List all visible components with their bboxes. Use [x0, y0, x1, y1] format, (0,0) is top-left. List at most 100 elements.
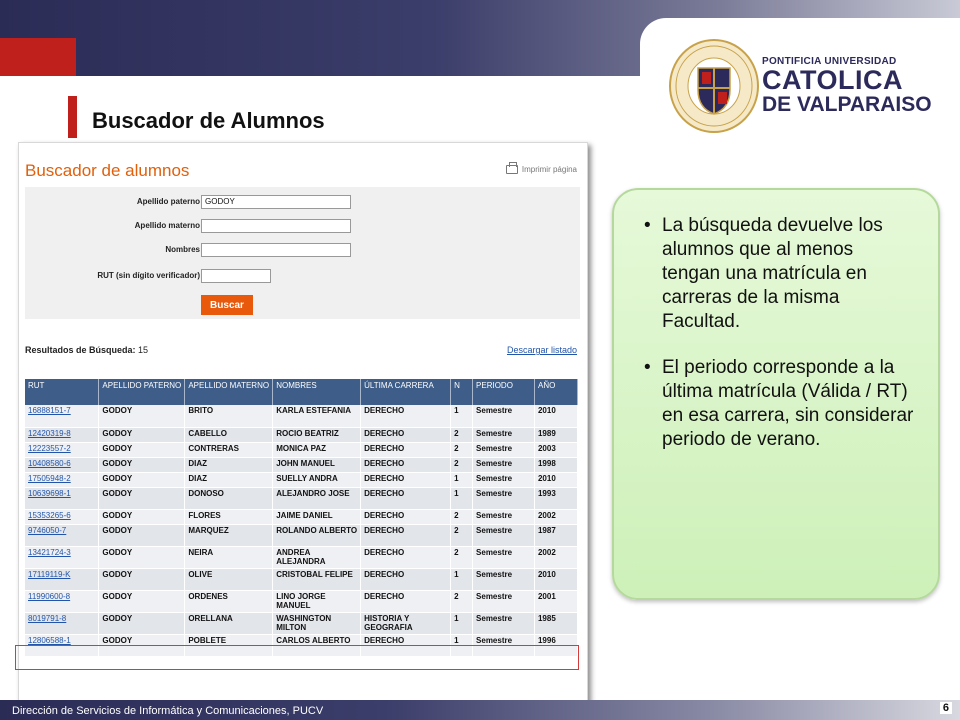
highlight-box [15, 645, 579, 670]
cell-apellido-paterno: GODOY [98, 590, 186, 613]
rut-link[interactable]: 15353265-6 [25, 509, 100, 525]
column-header-nombres[interactable]: NOMBRES [272, 379, 362, 405]
apellido-materno-input[interactable] [201, 219, 351, 233]
cell-carrera: DERECHO [360, 427, 452, 443]
cell-ano: 2010 [534, 405, 579, 428]
search-button[interactable]: Buscar [201, 295, 253, 315]
cell-nombres: ALEJANDRO JOSE [272, 487, 362, 510]
apellido-paterno-input[interactable]: GODOY [201, 195, 351, 209]
cell-periodo: Semestre [472, 509, 535, 525]
rut-link[interactable]: 9746050-7 [25, 524, 100, 547]
rut-link[interactable]: 10408580-6 [25, 457, 100, 473]
cell-apellido-paterno: GODOY [98, 472, 186, 488]
cell-apellido-materno: CABELLO [184, 427, 274, 443]
search-app-screenshot: Buscador de alumnos Imprimir página Apel… [18, 142, 588, 702]
cell-periodo: Semestre [472, 487, 535, 510]
column-header-ultima-carrera[interactable]: ÚLTIMA CARRERA [360, 379, 452, 405]
cell-carrera: DERECHO [360, 472, 452, 488]
rut-link[interactable]: 11990600-8 [25, 590, 100, 613]
cell-apellido-materno: OLIVE [184, 568, 274, 591]
cell-carrera: DERECHO [360, 442, 452, 458]
results-label: Resultados de Búsqueda: [25, 345, 136, 355]
cell-nombres: ROLANDO ALBERTO [272, 524, 362, 547]
search-form: Apellido paterno GODOY Apellido materno … [25, 187, 580, 319]
cell-periodo: Semestre [472, 405, 535, 428]
cell-carrera: DERECHO [360, 509, 452, 525]
cell-ano: 2001 [534, 590, 579, 613]
column-header-apellido-paterno[interactable]: APELLIDO PATERNO [98, 379, 186, 405]
cell-nombres: ROCIO BEATRIZ [272, 427, 362, 443]
cell-apellido-materno: BRITO [184, 405, 274, 428]
results-table: RUT APELLIDO PATERNO APELLIDO MATERNO NO… [25, 379, 579, 657]
cell-apellido-materno: ORELLANA [184, 612, 274, 635]
cell-apellido-paterno: GODOY [98, 612, 186, 635]
rut-link[interactable]: 10639698-1 [25, 487, 100, 510]
cell-apellido-paterno: GODOY [98, 546, 186, 569]
column-header-periodo[interactable]: PERIODO [472, 379, 535, 405]
nombres-input[interactable] [201, 243, 351, 257]
cell-apellido-materno: FLORES [184, 509, 274, 525]
cell-ano: 2002 [534, 509, 579, 525]
rut-link[interactable]: 13421724-3 [25, 546, 100, 569]
cell-n: 2 [450, 457, 474, 473]
cell-ano: 1985 [534, 612, 579, 635]
cell-apellido-materno: DIAZ [184, 457, 274, 473]
rut-link[interactable]: 12420319-8 [25, 427, 100, 443]
print-page-link[interactable]: Imprimir página [505, 162, 577, 174]
logo-line-3: DE VALPARAISO [762, 93, 932, 116]
cell-apellido-materno: DIAZ [184, 472, 274, 488]
rut-link[interactable]: 17505948-2 [25, 472, 100, 488]
cell-ano: 1987 [534, 524, 579, 547]
cell-apellido-materno: CONTRERAS [184, 442, 274, 458]
cell-n: 2 [450, 590, 474, 613]
search-page-title: Buscador de alumnos [25, 161, 190, 180]
notes-callout: La búsqueda devuelve los alumnos que al … [612, 188, 940, 600]
cell-n: 1 [450, 405, 474, 428]
cell-nombres: LINO JORGE MANUEL [272, 590, 362, 613]
rut-input[interactable] [201, 269, 271, 283]
cell-nombres: CRISTOBAL FELIPE [272, 568, 362, 591]
column-header-rut[interactable]: RUT [25, 379, 100, 405]
table-row: 17505948-2 GODOY DIAZ SUELLY ANDRA DEREC… [25, 472, 579, 488]
cell-carrera: DERECHO [360, 487, 452, 510]
form-row-apellido-paterno: Apellido paterno GODOY [25, 195, 580, 211]
rut-link[interactable]: 17119119-K [25, 568, 100, 591]
column-header-ano[interactable]: AÑO [534, 379, 579, 405]
note-item: El periodo corresponde a la última matrí… [644, 356, 916, 452]
cell-ano: 1993 [534, 487, 579, 510]
rut-link[interactable]: 8019791-8 [25, 612, 100, 635]
column-header-n[interactable]: N [450, 379, 474, 405]
table-row: 9746050-7 GODOY MARQUEZ ROLANDO ALBERTO … [25, 524, 579, 547]
results-summary: Resultados de Búsqueda: 15 [25, 345, 148, 355]
table-row-highlighted: 8019791-8 GODOY ORELLANA WASHINGTON MILT… [25, 612, 579, 635]
table-header-row: RUT APELLIDO PATERNO APELLIDO MATERNO NO… [25, 379, 579, 405]
cell-n: 2 [450, 442, 474, 458]
cell-carrera: DERECHO [360, 546, 452, 569]
cell-apellido-paterno: GODOY [98, 524, 186, 547]
cell-carrera: DERECHO [360, 405, 452, 428]
cell-ano: 2010 [534, 472, 579, 488]
cell-periodo: Semestre [472, 612, 535, 635]
cell-nombres: SUELLY ANDRA [272, 472, 362, 488]
title-accent-bar [68, 96, 77, 138]
download-list-link[interactable]: Descargar listado [507, 345, 577, 355]
cell-n: 2 [450, 546, 474, 569]
cell-n: 1 [450, 472, 474, 488]
cell-ano: 2010 [534, 568, 579, 591]
cell-apellido-materno: ORDENES [184, 590, 274, 613]
cell-nombres: JAIME DANIEL [272, 509, 362, 525]
cell-apellido-paterno: GODOY [98, 509, 186, 525]
table-row: 11990600-8 GODOY ORDENES LINO JORGE MANU… [25, 590, 579, 613]
print-page-label: Imprimir página [521, 165, 577, 174]
column-header-apellido-materno[interactable]: APELLIDO MATERNO [184, 379, 274, 405]
cell-periodo: Semestre [472, 546, 535, 569]
cell-ano: 2003 [534, 442, 579, 458]
cell-n: 2 [450, 427, 474, 443]
cell-apellido-materno: MARQUEZ [184, 524, 274, 547]
cell-nombres: KARLA ESTEFANIA [272, 405, 362, 428]
cell-apellido-paterno: GODOY [98, 568, 186, 591]
cell-periodo: Semestre [472, 590, 535, 613]
cell-n: 2 [450, 509, 474, 525]
rut-link[interactable]: 16888151-7 [25, 405, 100, 428]
rut-link[interactable]: 12223557-2 [25, 442, 100, 458]
